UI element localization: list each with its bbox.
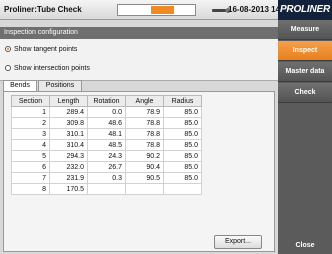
table-row[interactable]: 1 289.4 0.0 78.9 85.0: [11, 106, 202, 118]
cell: 5: [11, 150, 50, 162]
cell: 48.6: [87, 117, 126, 129]
cell: 90.4: [125, 161, 164, 173]
col-angle: Angle: [125, 95, 164, 107]
export-button[interactable]: Export...: [214, 235, 262, 249]
show-intersection-option[interactable]: Show intersection points: [5, 63, 90, 73]
cell: 48.1: [87, 128, 126, 140]
app-title: Proliner:Tube Check: [4, 5, 82, 14]
show-tangent-option[interactable]: Show tangent points: [5, 44, 77, 54]
cell: 78.8: [125, 128, 164, 140]
cell: 0.0: [87, 106, 126, 118]
cell: 231.9: [49, 172, 88, 184]
cell: 48.5: [87, 139, 126, 151]
cell: 170.5: [49, 183, 88, 195]
cell: 85.0: [163, 161, 202, 173]
menu-master-data-button[interactable]: Master data: [278, 62, 332, 82]
show-tangent-label: Show tangent points: [14, 45, 78, 53]
cell: 232.0: [49, 161, 88, 173]
table-row[interactable]: 4 310.4 48.5 78.8 85.0: [11, 139, 202, 151]
cell: [87, 183, 126, 195]
cell: 0.3: [87, 172, 126, 184]
table-row[interactable]: 3 310.1 48.1 78.8 85.0: [11, 128, 202, 140]
table-row[interactable]: 6 232.0 26.7 90.4 85.0: [11, 161, 202, 173]
cell: 3: [11, 128, 50, 140]
cell: 90.2: [125, 150, 164, 162]
cell: 78.9: [125, 106, 164, 118]
col-radius: Radius: [163, 95, 202, 107]
cell: 85.0: [163, 128, 202, 140]
radio-intersection[interactable]: [5, 65, 11, 71]
cell: 1: [11, 106, 50, 118]
table-header-row: Section Length Rotation Angle Radius: [11, 95, 202, 107]
cell: 4: [11, 139, 50, 151]
cell: 85.0: [163, 106, 202, 118]
cell: 85.0: [163, 150, 202, 162]
cell: [163, 183, 202, 195]
cell: [125, 183, 164, 195]
cell: 294.3: [49, 150, 88, 162]
inspection-options: Show tangent points Show intersection po…: [0, 39, 278, 81]
cell: 85.0: [163, 139, 202, 151]
col-length: Length: [49, 95, 88, 107]
col-section: Section: [11, 95, 50, 107]
cell: 85.0: [163, 172, 202, 184]
cell: 90.5: [125, 172, 164, 184]
progress-fill: [151, 6, 174, 14]
inspection-config-header: Inspection configuration: [0, 27, 278, 39]
probe-icon: [212, 8, 230, 13]
cell: 85.0: [163, 117, 202, 129]
cell: 24.3: [87, 150, 126, 162]
table-row[interactable]: 5 294.3 24.3 90.2 85.0: [11, 150, 202, 162]
proliner-logo: PROLINER: [278, 0, 332, 20]
table-row[interactable]: 7 231.9 0.3 90.5 85.0: [11, 172, 202, 184]
cell: 8: [11, 183, 50, 195]
cell: 289.4: [49, 106, 88, 118]
side-menu: Measure Inspect Master data Check Close: [278, 20, 332, 254]
cell: 309.8: [49, 117, 88, 129]
bends-table: Section Length Rotation Angle Radius 1 28…: [11, 95, 202, 195]
bends-panel: Section Length Rotation Angle Radius 1 28…: [3, 91, 275, 252]
table-body: 1 289.4 0.0 78.9 85.0 2 309.8 48.6 78.8 85.0 3 31…: [11, 106, 202, 195]
col-rotation: Rotation: [87, 95, 126, 107]
tab-positions[interactable]: Positions: [38, 80, 82, 91]
radio-tangent[interactable]: [5, 46, 11, 52]
main-panel: Inspection configuration Show tangent po…: [0, 20, 278, 254]
show-intersection-label: Show intersection points: [14, 64, 90, 72]
cell: 310.1: [49, 128, 88, 140]
tabs-area: Bends Positions Section Length Rotation …: [3, 80, 275, 252]
cell: 2: [11, 117, 50, 129]
cell: 310.4: [49, 139, 88, 151]
progress-bar: [117, 4, 196, 16]
menu-measure-button[interactable]: Measure: [278, 20, 332, 40]
title-bar: Proliner:Tube Check 16-08-2013 14:58:20: [0, 0, 303, 20]
table-row[interactable]: 8 170.5: [11, 183, 202, 195]
cell: 78.8: [125, 117, 164, 129]
menu-inspect-button[interactable]: Inspect: [278, 41, 332, 61]
cell: 26.7: [87, 161, 126, 173]
cell: 78.8: [125, 139, 164, 151]
menu-check-button[interactable]: Check: [278, 83, 332, 103]
table-row[interactable]: 2 309.8 48.6 78.8 85.0: [11, 117, 202, 129]
close-button[interactable]: Close: [278, 236, 332, 254]
cell: 7: [11, 172, 50, 184]
cell: 6: [11, 161, 50, 173]
